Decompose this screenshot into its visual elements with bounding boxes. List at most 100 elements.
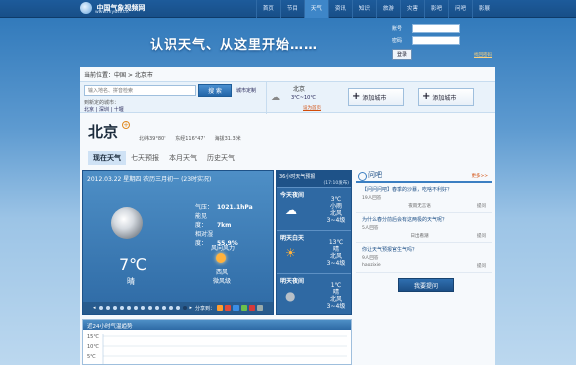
favorite-plus-icon[interactable]: + xyxy=(122,121,130,129)
nav-item-news[interactable]: 资讯 xyxy=(327,0,352,18)
add-city-button-2[interactable]: + 添加城市 xyxy=(418,88,474,106)
share-renren-icon[interactable] xyxy=(249,305,255,311)
slide-dot[interactable] xyxy=(140,306,145,310)
qa-question[interactable]: 【问问问吧】春季的沙暴，吃啥不利好？ xyxy=(362,186,486,193)
recent-cities-links[interactable]: 北京 | 深圳 | 十堰 xyxy=(84,106,124,113)
login-button[interactable]: 登录 xyxy=(392,49,413,60)
qa-action[interactable]: 提问 xyxy=(477,203,486,209)
forecast-condition: 小雨 xyxy=(329,203,342,210)
forecast-wind: 北风 xyxy=(329,296,342,303)
nav-item-disaster[interactable]: 灾害 xyxy=(399,0,424,18)
plus-icon: + xyxy=(422,91,431,102)
latitude: 北纬39°80' xyxy=(139,136,166,142)
altitude: 海拔31.3米 xyxy=(214,136,241,142)
login-panel: 账号 密码 登录 找回密码 xyxy=(392,22,492,60)
qa-user: haozixie xyxy=(362,263,381,268)
qa-header: 问吧 更多>> xyxy=(356,170,492,183)
qa-question[interactable]: 为什么春分前后会有这两极的天气呢？ xyxy=(362,216,486,223)
slide-dot[interactable] xyxy=(147,306,152,310)
chart-title: 近24小时气温趋势 xyxy=(83,320,351,330)
next-arrow-icon[interactable]: ▸ xyxy=(190,305,193,311)
nav-item-video-bar[interactable]: 影吧 xyxy=(423,0,448,18)
qa-answer-count: 19人回答 xyxy=(362,196,382,201)
forecast-temp: 13℃ xyxy=(328,239,344,246)
qa-item[interactable]: 你让天气预报官生气吗？ 9人回答 haozixie 提问 xyxy=(356,243,492,273)
ask-question-button[interactable]: 我要提问 xyxy=(398,278,454,292)
mini-weather-temp: 3℃~10℃ xyxy=(291,95,316,101)
slide-dot[interactable] xyxy=(168,306,173,310)
tab-this-month[interactable]: 本月天气 xyxy=(164,151,202,165)
share-weibo-icon[interactable] xyxy=(225,305,231,311)
longitude: 东经116°47' xyxy=(175,136,205,142)
forecast-header: 36小时天气预报 (17:10发布) xyxy=(277,171,351,187)
nav-item-travel[interactable]: 旅游 xyxy=(375,0,400,18)
y-tick-label: 15℃ xyxy=(87,334,99,340)
qa-item[interactable]: 【问问问吧】春季的沙暴，吃啥不利好？ 19人回答 夜雨无言语 提问 xyxy=(356,183,492,213)
slide-dot-active[interactable] xyxy=(182,306,187,310)
wind-level: 微风级 xyxy=(213,278,232,285)
forecast-wind: 北风 xyxy=(329,210,342,217)
forecast-title: 36小时天气预报 xyxy=(279,174,316,180)
moon-icon: ● xyxy=(285,289,296,303)
prev-arrow-icon[interactable]: ◂ xyxy=(93,305,96,311)
share-tencent-icon[interactable] xyxy=(233,305,239,311)
share-kaixin-icon[interactable] xyxy=(241,305,247,311)
qa-question[interactable]: 你让天气预报官生气吗？ xyxy=(362,246,486,253)
slide-dot[interactable] xyxy=(133,306,138,310)
weather-details: 气压： 1021.1hPa 能见度： 7km 相对湿度： 55.9% xyxy=(195,203,253,248)
qa-user: 日出看潮 xyxy=(410,234,429,239)
city-custom-link[interactable]: 城市定制 xyxy=(236,87,256,94)
qa-answer-count: 5人回答 xyxy=(362,226,379,231)
slide-dot[interactable] xyxy=(119,306,124,310)
site-logo[interactable]: 中国气象视频网 www.mywtv.cn xyxy=(80,2,145,15)
tab-history[interactable]: 历史天气 xyxy=(202,151,240,165)
forecast-temp: 3℃ xyxy=(330,196,342,203)
qa-action[interactable]: 提问 xyxy=(477,263,486,269)
nav-item-ask-bar[interactable]: 问吧 xyxy=(447,0,472,18)
city-coordinates: 北纬39°80' 东经116°47' 海拔31.3米 xyxy=(139,135,249,142)
slide-dot[interactable] xyxy=(175,306,180,310)
search-button[interactable]: 搜 索 xyxy=(198,84,232,97)
nav-item-programs[interactable]: 节目 xyxy=(279,0,304,18)
qa-more-link[interactable]: 更多>> xyxy=(471,173,488,179)
forecast-wind-level: 3~4级 xyxy=(326,260,346,267)
slide-dots xyxy=(98,306,187,310)
city-name: 北京 xyxy=(88,123,119,141)
search-input[interactable] xyxy=(84,85,196,96)
add-city-button-1[interactable]: + 添加城市 xyxy=(348,88,404,106)
search-area: 搜 索 城市定制 到新定的城市： 北京 | 深圳 | 十堰 北京 ☁ 3℃~10… xyxy=(80,81,495,114)
forecast-tonight: 今天夜间 ☁ 3℃ 小雨 北风 3~4级 xyxy=(277,187,351,230)
forgot-password-link[interactable]: 找回密码 xyxy=(474,52,492,58)
slide-dot[interactable] xyxy=(105,306,110,310)
share-label: 分享到： xyxy=(194,305,215,312)
main-nav: 首页 节目 天气 资讯 知识 旅游 灾害 影吧 问吧 影展 xyxy=(255,0,496,18)
qa-action[interactable]: 提问 xyxy=(477,233,486,239)
wind-direction: 西风 xyxy=(216,269,229,276)
tab-current-weather[interactable]: 现在天气 xyxy=(88,151,126,165)
slide-dot[interactable] xyxy=(161,306,166,310)
qa-item[interactable]: 为什么春分前后会有这两极的天气呢？ 5人回答 日出看潮 提问 xyxy=(356,213,492,243)
forecast-wind-level: 3~4级 xyxy=(326,303,346,310)
slide-dot[interactable] xyxy=(154,306,159,310)
qa-user: 夜雨无言语 xyxy=(408,204,431,209)
nav-item-knowledge[interactable]: 知识 xyxy=(351,0,376,18)
wind-label: 风向风力 xyxy=(211,245,236,252)
pressure-label: 气压： xyxy=(195,204,214,211)
visibility-label: 能见度： xyxy=(195,213,208,229)
slide-dot[interactable] xyxy=(98,306,103,310)
nav-item-home[interactable]: 首页 xyxy=(255,0,280,18)
slide-dot[interactable] xyxy=(126,306,131,310)
password-input[interactable] xyxy=(412,35,460,45)
share-qzone-icon[interactable] xyxy=(217,305,223,311)
tab-seven-day[interactable]: 七天预报 xyxy=(126,151,164,165)
forecast-36h: 36小时天气预报 (17:10发布) 今天夜间 ☁ 3℃ 小雨 北风 3~4级 … xyxy=(276,170,352,315)
set-home-link[interactable]: 设为首页 xyxy=(303,105,321,111)
nav-item-weather[interactable]: 天气 xyxy=(303,0,328,18)
slide-dot[interactable] xyxy=(112,306,117,310)
nav-item-gallery[interactable]: 影展 xyxy=(471,0,496,18)
share-more-icon[interactable] xyxy=(257,305,263,311)
account-input[interactable] xyxy=(412,23,460,33)
moon-icon xyxy=(111,207,143,239)
y-tick-label: 5℃ xyxy=(87,354,96,360)
mini-weather-city: 北京 xyxy=(293,86,306,93)
